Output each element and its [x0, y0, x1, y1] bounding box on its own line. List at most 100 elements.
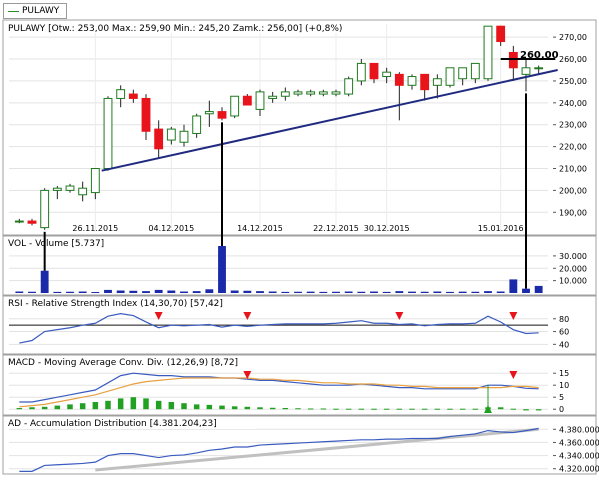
volume-bar: [446, 291, 454, 293]
volume-bar: [218, 246, 226, 293]
x-tick-label: 22.12.2015: [313, 224, 359, 233]
candle-body: [103, 97, 113, 170]
macd-histogram-bar: [92, 402, 99, 410]
candle-body: [432, 78, 442, 86]
candle-body: [280, 91, 290, 97]
volume-bar: [268, 291, 277, 293]
x-tick-label: 14.12.2015: [237, 224, 283, 233]
volume-bar: [332, 291, 340, 293]
candle-body: [382, 71, 392, 78]
candle-body: [268, 95, 278, 99]
y-tick-label: 260,00: [559, 55, 587, 64]
volume-bar: [509, 279, 518, 293]
macd-header: MACD - Moving Average Conv. Div. (12,26,…: [8, 358, 238, 368]
chart-canvas[interactable]: 190,00 200,00 210,00 220,00 230,00 240,00 250,…: [0, 0, 599, 477]
volume-bar: [281, 291, 290, 293]
y-tick-label: 230,00: [559, 121, 587, 130]
macd-histogram-bar: [307, 408, 314, 410]
macd-histogram-bar: [409, 408, 415, 410]
volume-bar: [15, 291, 24, 293]
candle-body: [78, 187, 88, 196]
macd-histogram-bar: [181, 403, 187, 410]
candle-body: [179, 130, 189, 143]
volume-bar: [28, 291, 36, 293]
legend-swatch: [8, 11, 19, 12]
volume-bar: [357, 291, 366, 293]
macd-histogram-bar: [143, 398, 149, 410]
volume-bar: [382, 291, 391, 293]
x-tick-label: 30.12.2015: [364, 224, 410, 233]
volume-bar: [91, 292, 100, 293]
macd-histogram-bar: [295, 408, 301, 410]
candle-body: [508, 51, 518, 69]
candle-body: [52, 187, 62, 191]
candle-body: [496, 25, 506, 43]
macd-histogram-bar: [535, 409, 542, 411]
macd-histogram-bar: [79, 403, 86, 410]
y-tick-label: 80: [559, 315, 569, 324]
volume-bar: [471, 291, 480, 293]
volume-bar: [243, 290, 252, 293]
candle: [230, 95, 240, 119]
macd-histogram-bar: [29, 407, 35, 410]
macd-histogram-bar: [206, 404, 213, 410]
y-tick-label: 10.000: [559, 277, 587, 286]
y-tick-label: 4.340.000: [559, 452, 599, 461]
candle-body: [116, 89, 126, 99]
y-tick-label: 30.000: [559, 252, 587, 261]
macd-histogram-bar: [257, 407, 263, 410]
macd-histogram-bar: [219, 405, 225, 410]
candle: [445, 67, 455, 88]
volume-bar: [522, 288, 530, 293]
candle-body: [255, 91, 265, 110]
candle-body: [27, 220, 37, 224]
volume-bar: [408, 291, 416, 293]
volume-bar: [420, 291, 429, 293]
ad-header: AD - Accumulation Distribution [4.381.20…: [8, 419, 217, 429]
macd-histogram-bar: [67, 404, 73, 410]
volume-bar: [116, 290, 125, 293]
candle-body: [458, 67, 468, 80]
macd-histogram-bar: [41, 406, 48, 410]
macd-histogram-bar: [244, 406, 251, 410]
volume-bar: [306, 291, 315, 293]
macd-histogram-bar: [320, 408, 327, 410]
candle-body: [230, 95, 240, 117]
candle-body: [204, 111, 214, 115]
candle-body: [407, 76, 417, 86]
candle: [483, 25, 493, 81]
volume-y-axis: 10.000 20.000 30.000: [553, 252, 587, 286]
volume-bar: [53, 291, 62, 293]
candle-body: [420, 73, 430, 91]
macd-histogram-bar: [472, 408, 479, 410]
candle-body: [534, 67, 544, 70]
macd-histogram-bar: [282, 408, 289, 410]
candle-body: [192, 115, 202, 134]
stock-chart-window: 190,00 200,00 210,00 220,00 230,00 240,00 250,…: [0, 0, 599, 477]
volume-bar: [534, 285, 543, 293]
y-tick-label: 10: [559, 381, 569, 390]
y-tick-label: 5: [559, 393, 564, 402]
macd-histogram-bar: [421, 408, 428, 410]
y-tick-label: 0: [559, 405, 564, 414]
macd-histogram-bar: [383, 408, 390, 410]
y-tick-label: 15: [559, 369, 569, 378]
candle-body: [166, 128, 176, 141]
volume-bar: [458, 291, 467, 293]
candle-body: [318, 91, 328, 95]
macd-histogram-bar: [523, 409, 529, 411]
candle-body: [394, 73, 404, 86]
candle-body: [40, 189, 50, 229]
macd-histogram-bar: [155, 400, 162, 410]
candle: [103, 96, 113, 171]
volume-bar: [319, 291, 328, 293]
ad-panel: 4.320.000 4.340.000 4.360.000 4.380.000 AD …: [2, 415, 599, 475]
macd-histogram-bar: [447, 408, 453, 410]
volume-bar: [230, 290, 239, 293]
x-tick-label: 26.11.2015: [72, 224, 118, 233]
candle-body: [344, 78, 354, 95]
candle-body: [217, 111, 227, 119]
legend[interactable]: PULAWY: [3, 3, 67, 19]
macd-histogram-bar: [54, 405, 61, 410]
candle-body: [242, 95, 252, 106]
